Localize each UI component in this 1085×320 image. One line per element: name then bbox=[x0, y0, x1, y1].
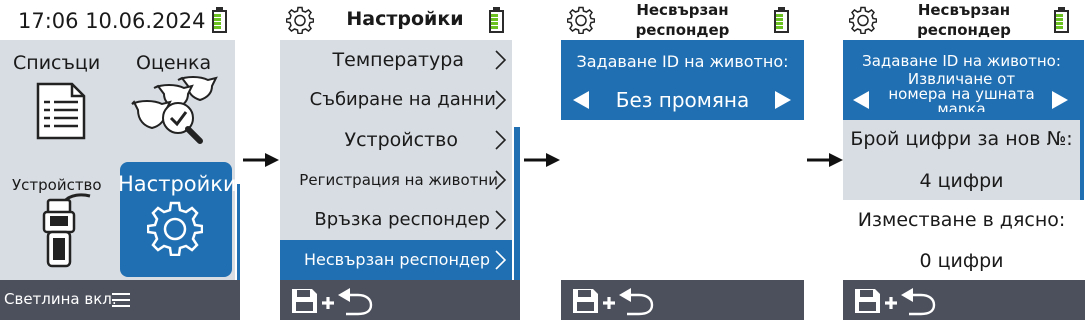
flow-arrow-icon bbox=[807, 153, 843, 167]
plus-icon bbox=[603, 297, 615, 309]
settings-gear-icon bbox=[286, 6, 314, 34]
menu-item-label: Устройство bbox=[344, 129, 458, 151]
settings-menu: Температура Събиране на данни Устройство… bbox=[280, 40, 512, 280]
menu-item-animal-registration[interactable]: Регистрация на животни bbox=[280, 160, 512, 200]
document-list-icon bbox=[36, 82, 86, 140]
softkey-bar bbox=[843, 280, 1085, 320]
menu-item-device[interactable]: Устройство bbox=[280, 120, 512, 160]
save-icon bbox=[573, 289, 598, 313]
settings-gear-icon bbox=[849, 6, 877, 34]
status-bar: 17:06 10.06.2024 bbox=[0, 0, 240, 40]
save-and-back-button[interactable] bbox=[853, 286, 963, 316]
flow-arrow-icon bbox=[243, 153, 279, 167]
animal-id-selector[interactable]: Задаване ID на животно: Без промяна bbox=[561, 40, 804, 120]
field-value: Без промяна bbox=[615, 88, 750, 112]
digits-setting[interactable]: Брой цифри за нов №: 4 цифри bbox=[843, 120, 1080, 200]
softkey-bar: Светлина вкл. bbox=[0, 280, 240, 320]
softkey-bar bbox=[561, 280, 804, 320]
arrow-left-icon[interactable] bbox=[573, 91, 589, 109]
battery-icon bbox=[1054, 7, 1069, 33]
menu-item-label: Температура bbox=[332, 49, 464, 71]
menu-item-label: Несвързан респондер bbox=[304, 250, 490, 269]
arrow-left-icon[interactable] bbox=[853, 91, 869, 109]
page-title: Несвързан респондер bbox=[917, 1, 1011, 39]
chevron-right-icon bbox=[495, 130, 506, 150]
settings-gear-icon bbox=[567, 6, 595, 34]
animal-id-selector[interactable]: Задаване ID на животно: Извличане от ном… bbox=[843, 40, 1080, 120]
battery-icon bbox=[489, 7, 504, 33]
menu-item-temperature[interactable]: Температура bbox=[280, 40, 512, 80]
digits-value: 4 цифри bbox=[919, 170, 1004, 192]
shift-value: 0 цифри bbox=[919, 250, 1004, 272]
menu-item-label: Връзка респондер bbox=[314, 209, 490, 230]
digits-label: Брой цифри за нов №: bbox=[850, 128, 1073, 150]
chevron-right-icon bbox=[495, 170, 506, 190]
field-label: Задаване ID на животно: bbox=[576, 52, 789, 71]
gear-icon bbox=[147, 201, 203, 256]
title-bar: Настройки bbox=[280, 0, 520, 40]
softkey-bar bbox=[280, 280, 520, 320]
chevron-right-icon bbox=[495, 50, 506, 70]
save-and-back-button[interactable] bbox=[290, 286, 400, 316]
chevron-right-icon bbox=[495, 250, 506, 270]
plus-icon bbox=[885, 297, 897, 309]
datetime: 17:06 10.06.2024 bbox=[18, 9, 206, 33]
title-bar: Несвързан респондер bbox=[843, 0, 1085, 40]
arrow-right-icon[interactable] bbox=[775, 91, 791, 109]
screen-unlinked-responder: Несвързан респондер Задаване ID на живот… bbox=[561, 0, 804, 320]
flow-arrow-icon bbox=[524, 153, 560, 167]
handheld-reader-icon bbox=[42, 193, 91, 268]
save-icon bbox=[292, 289, 317, 313]
menu-item-responder-link[interactable]: Връзка респондер bbox=[280, 200, 512, 240]
screen-settings: Настройки Температура Събиране на данни … bbox=[280, 0, 520, 320]
screen-unlinked-responder-eartag: Несвързан респондер Задаване ID на живот… bbox=[843, 0, 1085, 320]
menu-icon[interactable] bbox=[112, 292, 130, 308]
battery-icon bbox=[212, 7, 227, 33]
scrollbar[interactable] bbox=[514, 127, 520, 280]
cattle-evaluation-icon bbox=[131, 76, 218, 144]
chevron-right-icon bbox=[495, 90, 506, 110]
light-status[interactable]: Светлина вкл. bbox=[4, 290, 117, 308]
menu-item-label: Събиране на данни bbox=[309, 89, 496, 110]
scrollbar[interactable] bbox=[1080, 40, 1084, 200]
chevron-right-icon bbox=[495, 210, 506, 230]
menu-item-data-collection[interactable]: Събиране на данни bbox=[280, 80, 512, 120]
menu-item-label: Регистрация на животни bbox=[299, 171, 498, 189]
battery-icon bbox=[774, 7, 789, 33]
menu-item-unlinked-responder[interactable]: Несвързан респондер bbox=[280, 240, 512, 280]
home-grid: Списъци Оценка Устройство Настройки bbox=[0, 40, 237, 280]
save-and-back-button[interactable] bbox=[571, 286, 681, 316]
arrow-right-icon[interactable] bbox=[1052, 91, 1068, 109]
tile-settings-label: Настройки bbox=[118, 172, 237, 196]
field-label: Задаване ID на животно: bbox=[862, 52, 1061, 70]
save-icon bbox=[855, 289, 880, 313]
screen-home: 17:06 10.06.2024 Списъци Оценка Устройст… bbox=[0, 0, 240, 320]
title-bar: Несвързан респондер bbox=[561, 0, 804, 40]
plus-icon bbox=[322, 297, 334, 309]
tile-evaluation-label: Оценка bbox=[136, 52, 212, 74]
scrollbar[interactable] bbox=[237, 184, 240, 280]
field-value: Извличане от номера на ушната марка bbox=[888, 72, 1035, 112]
page-title: Несвързан респондер bbox=[635, 1, 730, 39]
page-title: Настройки bbox=[346, 8, 464, 30]
shift-label: Изместване в дясно: bbox=[857, 209, 1066, 231]
tile-lists-label: Списъци bbox=[13, 52, 101, 74]
